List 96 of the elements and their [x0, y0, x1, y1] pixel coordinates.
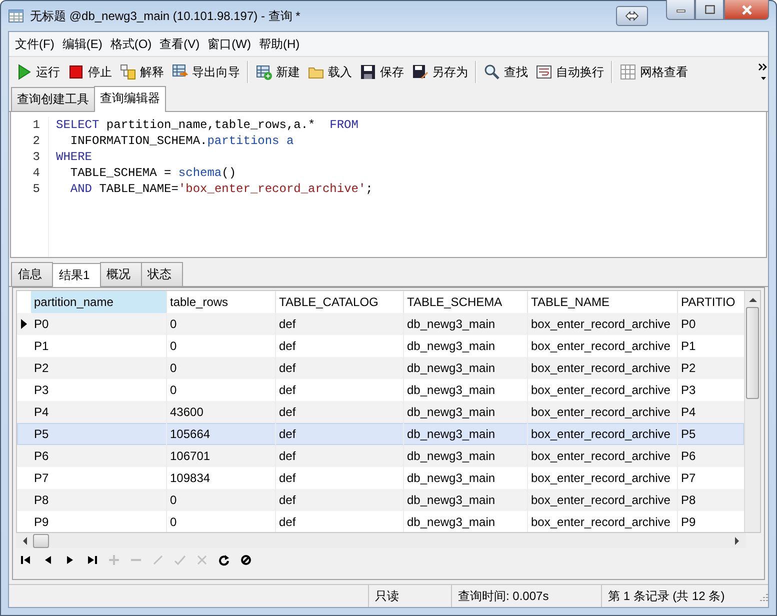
toolbar-button[interactable]: 自动换行 [532, 62, 608, 82]
toolbar-button[interactable]: 查找 [480, 62, 532, 82]
row-pointer-icon [21, 319, 27, 329]
menu-item[interactable]: 格式(O) [107, 36, 156, 52]
code-line: INFORMATION_SCHEMA.partitions a [69, 133, 295, 149]
table-cell: db_newg3_main [404, 445, 528, 467]
toolbar-button[interactable]: 解释 [116, 62, 168, 82]
cancel-icon[interactable] [240, 554, 252, 566]
resize-grip-icon [758, 591, 768, 601]
stop-icon [68, 64, 84, 80]
tab[interactable]: 结果1 [52, 263, 101, 287]
text-wrap-icon [536, 64, 552, 80]
minimize-button[interactable] [666, 0, 695, 20]
table-cell: def [276, 357, 404, 379]
code-line: AND TABLE_NAME='box_enter_record_archive'; [69, 181, 373, 197]
table-row[interactable]: P2 0 def db_newg3_main box_enter_record_archive P2 [17, 357, 744, 379]
scroll-thumb[interactable] [33, 534, 49, 548]
toolbar-button[interactable]: 另存为 [408, 62, 472, 82]
grid-icon [620, 64, 636, 80]
table-cell: P8 [31, 489, 167, 511]
scroll-up-icon[interactable] [748, 297, 756, 302]
window-title: 无标题 @db_newg3_main (10.101.98.197) - 查询 * [30, 8, 300, 24]
close-icon [740, 4, 752, 14]
code-line: WHERE [56, 149, 94, 165]
diagram-icon [120, 64, 136, 80]
maximize-button[interactable] [695, 0, 724, 20]
table-icon [8, 9, 24, 23]
double-arrow-icon [625, 11, 639, 21]
line-number: 4 [32, 165, 40, 181]
toolbar-button[interactable]: 新建 [252, 62, 304, 82]
table-cell: db_newg3_main [404, 489, 528, 511]
tab[interactable]: 信息 [11, 262, 53, 286]
play-icon [16, 64, 32, 80]
table-cell: box_enter_record_archive [528, 313, 678, 335]
scroll-thumb[interactable] [746, 307, 759, 399]
table-row[interactable]: P8 0 def db_newg3_main box_enter_record_archive P8 [17, 489, 744, 511]
horizontal-scrollbar[interactable] [16, 533, 746, 548]
toolbar-button[interactable]: 保存 [356, 62, 408, 82]
menu-item[interactable]: 窗口(W) [204, 36, 255, 52]
table-cell: box_enter_record_archive [528, 445, 678, 467]
table-row[interactable]: P4 43600 def db_newg3_main box_enter_record_archive P4 [17, 401, 744, 423]
code-line: SELECT partition_name,table_rows,a.* FROM [56, 117, 360, 133]
tab[interactable]: 查询创建工具 [11, 87, 95, 111]
table-row[interactable]: P5 105664 def db_newg3_main box_enter_record_archive P5 [17, 423, 744, 445]
close-button[interactable] [724, 0, 769, 20]
last-record-icon[interactable] [86, 554, 98, 566]
tab[interactable]: 概况 [100, 262, 142, 286]
status-text: 只读 [368, 585, 451, 607]
minimize-icon [676, 6, 686, 12]
table-cell: P0 [31, 313, 167, 335]
tab[interactable]: 查询编辑器 [94, 86, 166, 112]
column-header[interactable]: partition_name [31, 291, 167, 313]
search-icon [484, 64, 500, 80]
menu-item[interactable]: 编辑(E) [59, 36, 106, 52]
maximize-icon [704, 5, 714, 14]
toolbar-button[interactable]: 导出向导 [168, 62, 244, 82]
menu-item[interactable]: 帮助(H) [256, 36, 304, 52]
status-text: 第 1 条记录 (共 12 条) [601, 585, 758, 607]
menu-item[interactable]: 文件(F) [12, 36, 58, 52]
table-row[interactable]: P0 0 def db_newg3_main box_enter_record_archive P0 [17, 313, 744, 335]
swap-button[interactable] [616, 6, 648, 26]
table-cell: db_newg3_main [404, 313, 528, 335]
table-row[interactable]: P6 106701 def db_newg3_main box_enter_record_archive P6 [17, 445, 744, 467]
first-record-icon[interactable] [20, 554, 32, 566]
toolbar-button[interactable]: 网格查看 [616, 62, 692, 82]
refresh-icon[interactable] [218, 554, 230, 566]
table-cell: def [276, 313, 404, 335]
line-number: 3 [32, 149, 40, 165]
table-cell: P2 [31, 357, 167, 379]
table-cell: 0 [167, 489, 276, 511]
table-cell: def [276, 445, 404, 467]
table-add-icon [256, 64, 272, 80]
table-cell: box_enter_record_archive [528, 357, 678, 379]
tab[interactable]: 状态 [140, 262, 183, 286]
line-number: 1 [32, 117, 40, 133]
line-number: 5 [32, 181, 40, 197]
table-cell: 0 [167, 313, 276, 335]
table-cell: box_enter_record_archive [528, 489, 678, 511]
scroll-right-icon[interactable] [735, 536, 740, 544]
overflow-icon[interactable] [758, 62, 768, 82]
toolbar-button[interactable]: 载入 [304, 62, 356, 82]
table-cell: 106701 [167, 445, 276, 467]
table-cell: def [276, 489, 404, 511]
table-cell: P6 [31, 445, 167, 467]
code-line: TABLE_SCHEMA = schema() [69, 165, 238, 181]
scroll-left-icon[interactable] [22, 536, 27, 544]
toolbar-button[interactable]: 运行 [12, 62, 64, 82]
table-cell: db_newg3_main [404, 357, 528, 379]
menu-item[interactable]: 查看(V) [156, 36, 204, 52]
line-number: 2 [32, 133, 40, 149]
floppy-disk-pencil-icon [412, 64, 428, 80]
vertical-scrollbar[interactable] [744, 291, 760, 532]
status-text: 查询时间: 0.007s [451, 585, 601, 607]
table-cell: 0 [167, 357, 276, 379]
toolbar-button[interactable]: 停止 [64, 62, 116, 82]
sql-editor[interactable]: 1 2 3 4 5 SELECT partition_name,table_rows,a.* FROM INFORMATION_SCHEMA.partitions a WHERE TABLE_SCHEMA = schema() AND TABLE_NAME='box_enter_record_archive'; [10, 112, 767, 258]
